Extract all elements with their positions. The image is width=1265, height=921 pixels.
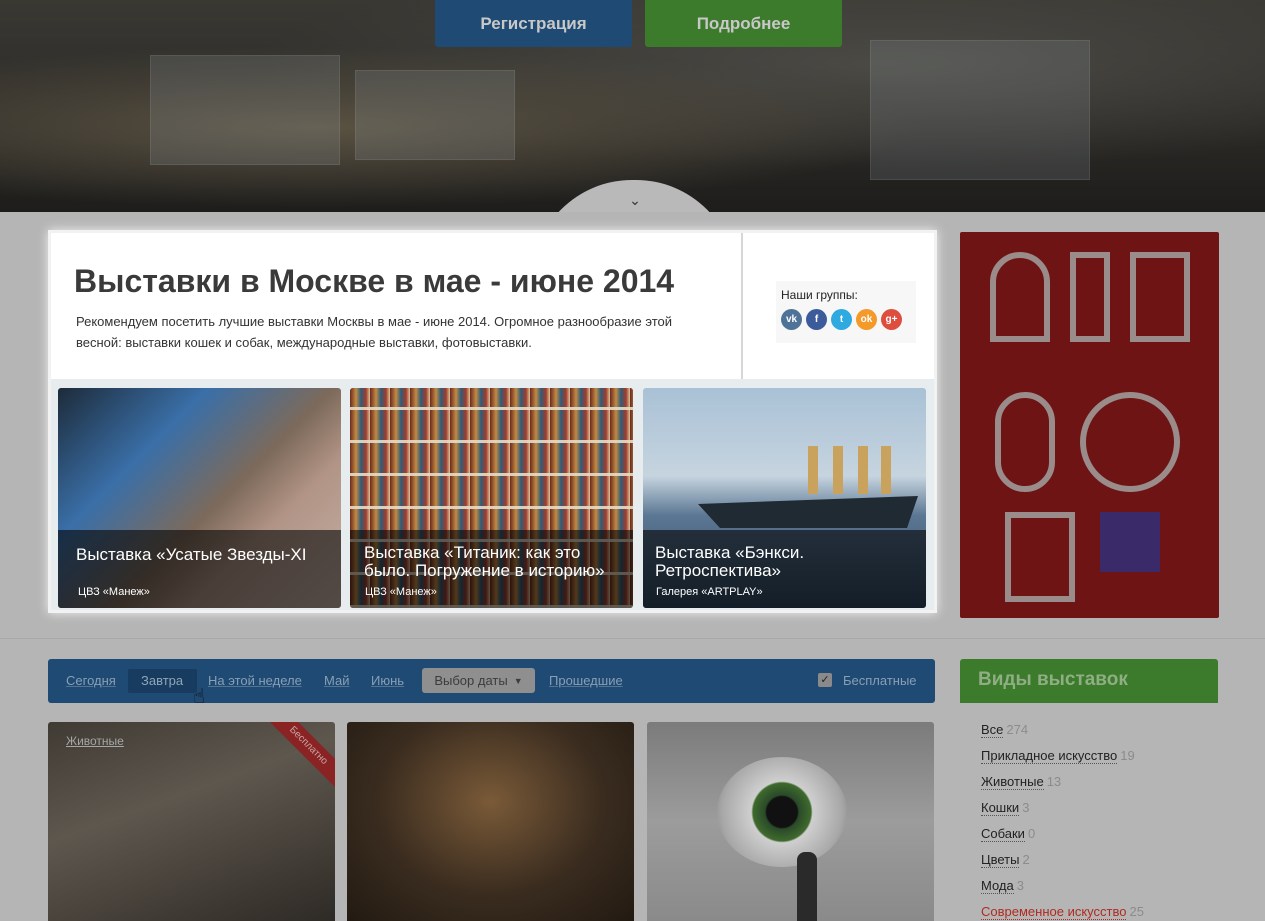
exhibition-card[interactable] (647, 722, 934, 921)
card-title-line2[interactable]: было. Погружение в историю» (364, 562, 605, 580)
filter-tomorrow[interactable]: Завтра (141, 673, 183, 688)
hero-photo-detail (150, 55, 340, 165)
category-label[interactable]: Животные (981, 774, 1044, 790)
chevron-down-icon[interactable]: ⌄ (627, 193, 643, 207)
category-label[interactable]: Цветы (981, 852, 1020, 868)
category-count: 19 (1120, 748, 1135, 763)
header-divider (741, 233, 743, 379)
category-label[interactable]: Мода (981, 878, 1014, 894)
ship-funnel (833, 446, 843, 494)
person-figure (797, 852, 817, 921)
card-caption: Выставка «Титаник: как это было. Погруже… (350, 530, 633, 608)
card-title[interactable]: Выставка «Бэнкси. (655, 544, 804, 562)
card-title[interactable]: Выставка «Усатые Звезды-XI (76, 546, 306, 564)
date-picker-label: Выбор даты (434, 673, 508, 688)
hero-photo-detail (355, 70, 515, 160)
category-tag[interactable]: Животные (66, 734, 124, 748)
filter-june[interactable]: Июнь (371, 673, 404, 688)
category-count: 25 (1129, 904, 1144, 919)
caret-down-icon: ▼ (513, 675, 523, 686)
exhibition-card[interactable]: Животные Бесплатно (48, 722, 335, 921)
ship-funnel (808, 446, 818, 494)
category-count: 3 (1022, 800, 1030, 815)
vk-icon[interactable]: vk (781, 309, 802, 330)
category-count: 0 (1027, 826, 1036, 841)
eye-artwork (717, 757, 847, 867)
category-count: 3 (1016, 878, 1024, 893)
category-count: 13 (1046, 774, 1062, 789)
social-groups: Наши группы: vk f t ok g+ (776, 281, 916, 343)
featured-card[interactable]: Выставка «Бэнкси. Ретроспектива» Галерея… (643, 388, 926, 608)
category-link[interactable]: Собаки 0 (981, 826, 1036, 842)
featured-card[interactable]: Выставка «Титаник: как это было. Погруже… (350, 388, 633, 608)
odnoklassniki-icon[interactable]: ok (856, 309, 877, 330)
card-title[interactable]: Выставка «Титаник: как это (364, 544, 580, 562)
category-label[interactable]: Все (981, 722, 1004, 738)
card-title-line2[interactable]: Ретроспектива» (655, 562, 781, 580)
poster-graphic (990, 252, 1050, 342)
poster-graphic (1005, 512, 1075, 602)
date-picker-button[interactable]: Выбор даты ▼ (422, 668, 535, 693)
hero-photo-detail (870, 40, 1090, 180)
poster-graphic (1080, 392, 1180, 492)
filter-today[interactable]: Сегодня (66, 673, 116, 688)
date-filter-bar: Сегодня Завтра На этой неделе Май Июнь В… (48, 659, 935, 703)
category-link[interactable]: Мода 3 (981, 878, 1024, 894)
category-label[interactable]: Прикладное искусство (981, 748, 1118, 764)
poster-graphic (1070, 252, 1110, 342)
category-link[interactable]: Животные 13 (981, 774, 1062, 790)
category-count: 274 (1006, 722, 1029, 737)
category-link[interactable]: Кошки 3 (981, 800, 1030, 816)
filter-past[interactable]: Прошедшие (549, 673, 623, 688)
featured-card[interactable]: Выставка «Усатые Звезды-XI ЦВЗ «Манеж» (58, 388, 341, 608)
free-ribbon: Бесплатно (262, 722, 335, 792)
category-link[interactable]: Все 274 (981, 722, 1029, 738)
ship-illustration (698, 496, 918, 528)
ship-funnel (881, 446, 891, 494)
register-button[interactable]: Регистрация (435, 0, 632, 47)
page-description: Рекомендуем посетить лучшие выставки Мос… (76, 314, 673, 350)
category-label[interactable]: Современное искусство (981, 904, 1127, 920)
card-caption: Выставка «Бэнкси. Ретроспектива» Галерея… (643, 530, 926, 608)
hero-banner: Регистрация Подробнее ⌄ (0, 0, 1265, 212)
poster-graphic (1130, 252, 1190, 342)
section-divider (0, 638, 1265, 639)
categories-title: Виды выставок (978, 669, 1128, 690)
card-venue: Галерея «ARTPLAY» (656, 586, 763, 598)
social-groups-label: Наши группы: (781, 288, 858, 302)
hand-cursor-icon: ☝ (193, 686, 206, 708)
category-label[interactable]: Собаки (981, 826, 1025, 842)
filter-this-week[interactable]: На этой неделе (208, 673, 302, 688)
card-caption: Выставка «Усатые Звезды-XI ЦВЗ «Манеж» (58, 530, 341, 608)
google-plus-icon[interactable]: g+ (881, 309, 902, 330)
facebook-icon[interactable]: f (806, 309, 827, 330)
featured-exhibitions: Выставки в Москве в мае - июне 2014 Реко… (48, 230, 937, 613)
card-venue: ЦВЗ «Манеж» (365, 586, 437, 598)
page-title: Выставки в Москве в мае - июне 2014 (74, 263, 675, 299)
ship-funnel (858, 446, 868, 494)
category-label[interactable]: Кошки (981, 800, 1020, 816)
category-link[interactable]: Цветы 2 (981, 852, 1030, 868)
free-checkbox-label[interactable]: Бесплатные (843, 673, 917, 688)
category-link[interactable]: Прикладное искусство 19 (981, 748, 1135, 764)
category-count: 2 (1022, 852, 1030, 867)
exhibition-card[interactable] (347, 722, 634, 921)
free-checkbox[interactable]: ✓ (818, 673, 832, 687)
poster-banner[interactable] (960, 232, 1219, 618)
twitter-icon[interactable]: t (831, 309, 852, 330)
poster-graphic (1100, 512, 1160, 572)
filter-may[interactable]: Май (324, 673, 349, 688)
featured-header: Выставки в Москве в мае - июне 2014 Реко… (51, 233, 934, 379)
more-info-button[interactable]: Подробнее (645, 0, 842, 47)
categories-header: Виды выставок (960, 659, 1218, 703)
card-venue: ЦВЗ «Манеж» (78, 586, 150, 598)
poster-graphic (995, 392, 1055, 492)
category-link[interactable]: Современное искусство 25 (981, 904, 1144, 920)
